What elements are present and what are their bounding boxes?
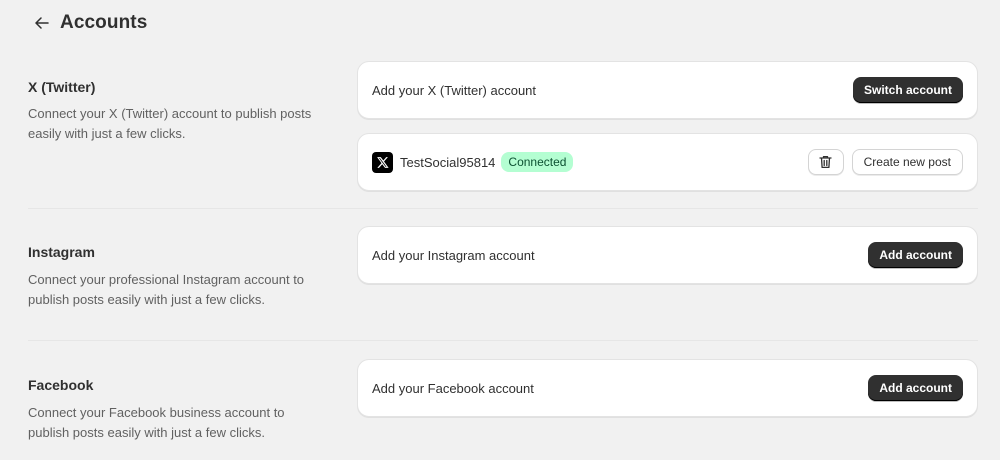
connected-status-badge: Connected <box>501 152 574 172</box>
connected-username: TestSocial95814 <box>400 154 496 170</box>
instagram-add-account-card: Add your Instagram account Add account <box>357 226 978 284</box>
section-divider <box>28 208 978 209</box>
facebook-add-account-text: Add your Facebook account <box>372 380 534 396</box>
section-divider <box>28 340 978 341</box>
instagram-add-account-button[interactable]: Add account <box>868 242 963 268</box>
facebook-section-description: Connect your Facebook business account t… <box>28 405 285 440</box>
delete-account-button[interactable] <box>807 149 844 175</box>
instagram-section-title: Instagram <box>28 244 95 260</box>
instagram-section-description: Connect your professional Instagram acco… <box>28 272 305 307</box>
page-title: Accounts <box>60 12 148 33</box>
twitter-connected-account-card: TestSocial95814 Connected Create new pos… <box>357 133 978 191</box>
page-header: Accounts <box>33 10 147 36</box>
facebook-section-title: Facebook <box>28 377 94 393</box>
twitter-section-title: X (Twitter) <box>28 79 96 95</box>
create-new-post-button[interactable]: Create new post <box>851 149 963 175</box>
twitter-section-description: Connect your X (Twitter) account to publ… <box>28 106 312 141</box>
arrow-left-icon[interactable] <box>33 14 51 32</box>
x-logo-icon <box>372 151 393 173</box>
switch-account-button[interactable]: Switch account <box>852 77 963 103</box>
facebook-add-account-card: Add your Facebook account Add account <box>357 359 978 417</box>
twitter-add-account-text: Add your X (Twitter) account <box>372 82 537 98</box>
facebook-add-account-button[interactable]: Add account <box>868 375 963 401</box>
trash-icon <box>819 155 832 169</box>
instagram-add-account-text: Add your Instagram account <box>372 247 535 263</box>
twitter-add-account-card: Add your X (Twitter) account Switch acco… <box>357 61 978 119</box>
